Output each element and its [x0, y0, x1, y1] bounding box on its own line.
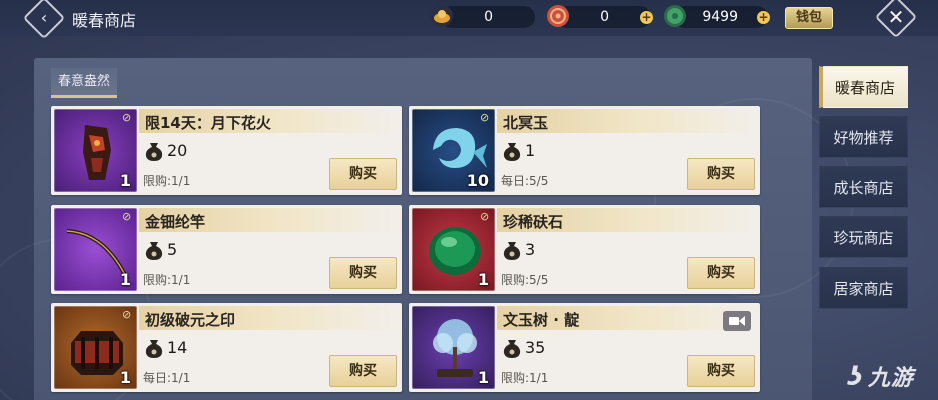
item-price: 3 [525, 240, 536, 259]
buy-button[interactable]: 购买 [329, 355, 397, 387]
currency-red: 0 [547, 5, 651, 28]
nav-growth-shop[interactable]: 成长商店 [819, 166, 908, 208]
item-price: 35 [525, 338, 546, 357]
coin-pouch-icon [503, 242, 521, 260]
add-jade-coin-button[interactable]: + [757, 11, 770, 24]
page-title: 暖春商店 [72, 11, 137, 30]
currency-red-value: 0 [600, 9, 609, 25]
item-thumbnail[interactable]: 1 ⊘ [412, 208, 495, 291]
currency-jade: 9499 [664, 5, 768, 28]
chevron-left-icon: ‹ [40, 8, 48, 27]
item-price: 5 [167, 240, 178, 259]
item-thumbnail[interactable]: 1 ⊘ [54, 208, 137, 291]
shop-item-card: 1 ⊘ 金钿纶竿 5 限购:1/1 购买 [51, 205, 402, 294]
add-red-coin-button[interactable]: + [640, 11, 653, 24]
item-thumbnail[interactable]: 1 ⊘ [54, 306, 137, 389]
item-quantity: 10 [466, 171, 489, 190]
gold-ingot-icon [431, 5, 453, 27]
item-quantity: 1 [477, 368, 489, 387]
purchase-limit: 每日:5/5 [501, 174, 549, 188]
nav-treasure-shop[interactable]: 珍玩商店 [819, 216, 908, 258]
item-thumbnail[interactable]: 1 [412, 306, 495, 389]
link-icon: ⊘ [480, 111, 490, 124]
wallet-button[interactable]: 钱包 [785, 7, 833, 29]
item-quantity: 1 [119, 270, 131, 289]
item-quantity: 1 [119, 171, 131, 190]
shop-item-card: 1 ⊘ 限14天：月下花火 20 限购:1/1 购买 [51, 106, 402, 195]
video-preview-icon[interactable] [723, 311, 751, 331]
item-price: 1 [525, 141, 536, 160]
item-name: 限14天：月下花火 [145, 114, 271, 132]
top-bar: ‹ 暖春商店 0 0 + 9499 + 钱包 ✕ [0, 0, 938, 40]
coin-pouch-icon [145, 143, 163, 161]
item-thumbnail[interactable]: 1 ⊘ [54, 109, 137, 192]
jade-coin-icon [664, 5, 686, 27]
close-icon: ✕ [887, 5, 905, 29]
buy-button[interactable]: 购买 [329, 158, 397, 190]
buy-button[interactable]: 购买 [687, 355, 755, 387]
link-icon: ⊘ [122, 111, 132, 124]
link-icon: ⊘ [122, 308, 132, 321]
watermark-text: 九游 [867, 366, 914, 391]
back-button[interactable]: ‹ [22, 0, 66, 40]
nav-spring-shop[interactable]: 暖春商店 [819, 66, 908, 108]
buy-button[interactable]: 购买 [687, 158, 755, 190]
watermark-logo: ʖ 九游 [848, 360, 914, 392]
item-price: 20 [167, 141, 188, 160]
item-quantity: 1 [477, 270, 489, 289]
shop-screen: ‹ 暖春商店 0 0 + 9499 + 钱包 ✕ 春意盎然 1 ⊘ 限14天：月… [0, 0, 938, 400]
item-quantity: 1 [119, 368, 131, 387]
currency-gold: 0 [431, 5, 535, 28]
purchase-limit: 每日:1/1 [143, 371, 191, 385]
link-icon: ⊘ [122, 210, 132, 223]
buy-button[interactable]: 购买 [329, 257, 397, 289]
purchase-limit: 限购:1/1 [501, 371, 549, 385]
nav-home-shop[interactable]: 居家商店 [819, 267, 908, 309]
purchase-limit: 限购:1/1 [143, 174, 191, 188]
shop-item-card: 10 ⊘ 北冥玉 1 每日:5/5 购买 [409, 106, 760, 195]
coin-pouch-icon [503, 143, 521, 161]
item-name: 金钿纶竿 [145, 213, 206, 231]
logo-mark-icon: ʖ [848, 362, 864, 392]
buy-button[interactable]: 购买 [687, 257, 755, 289]
item-name: 文玉树 · 靛 [503, 311, 580, 329]
link-icon: ⊘ [480, 210, 490, 223]
red-coin-icon [547, 5, 569, 27]
currency-jade-value: 9499 [702, 9, 738, 25]
coin-pouch-icon [145, 340, 163, 358]
item-thumbnail[interactable]: 10 ⊘ [412, 109, 495, 192]
item-name: 珍稀砆石 [503, 213, 564, 231]
item-name: 北冥玉 [503, 114, 549, 132]
tab-spring[interactable]: 春意盎然 [51, 68, 117, 98]
item-price: 14 [167, 338, 188, 357]
coin-pouch-icon [145, 242, 163, 260]
coin-pouch-icon [503, 340, 521, 358]
shop-item-card: 1 ⊘ 珍稀砆石 3 限购:5/5 购买 [409, 205, 760, 294]
purchase-limit: 限购:1/1 [143, 273, 191, 287]
shop-item-card: 1 文玉树 · 靛 35 限购:1/1 购买 [409, 303, 760, 392]
nav-recommended[interactable]: 好物推荐 [819, 116, 908, 158]
shop-item-card: 1 ⊘ 初级破元之印 14 每日:1/1 购买 [51, 303, 402, 392]
currency-gold-value: 0 [484, 9, 493, 25]
close-button[interactable]: ✕ [874, 0, 918, 39]
purchase-limit: 限购:5/5 [501, 273, 549, 287]
item-name: 初级破元之印 [145, 311, 236, 329]
